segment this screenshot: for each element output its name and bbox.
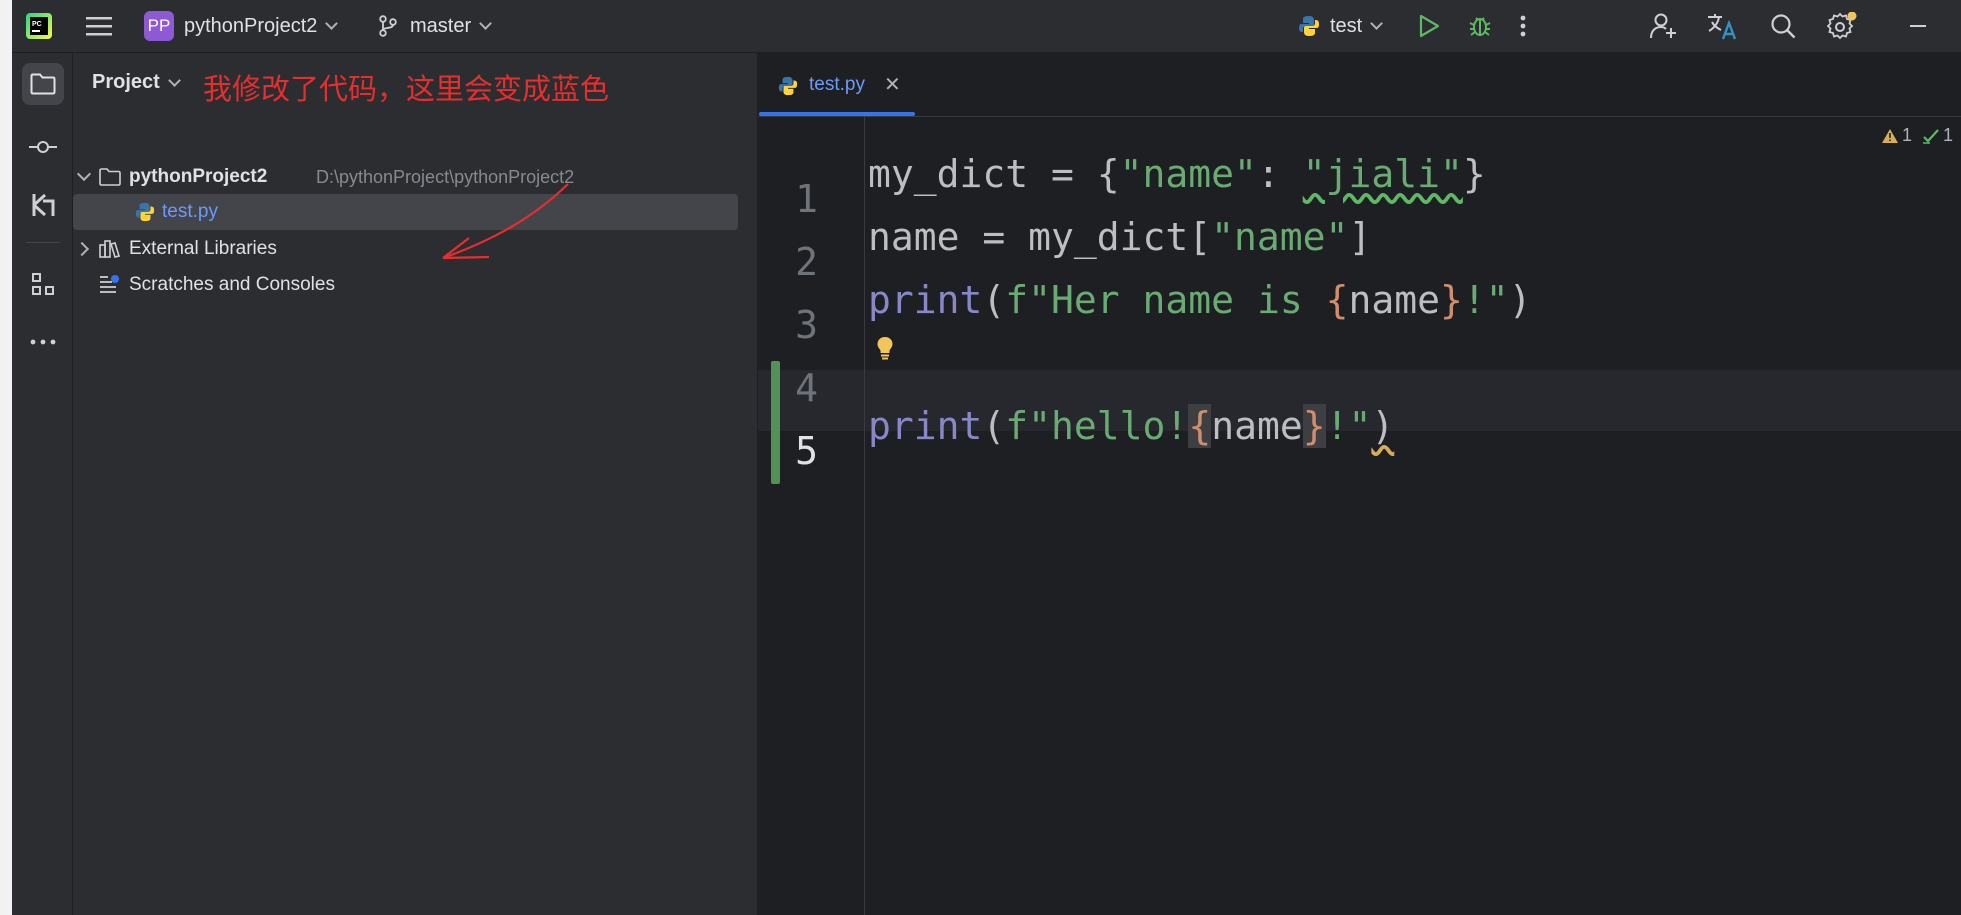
matched-brace: }	[1302, 404, 1326, 448]
pull-requests-tool-button[interactable]	[22, 184, 64, 226]
line-number: 2	[795, 240, 818, 284]
project-tool-button[interactable]	[22, 63, 64, 105]
warning-underlined-paren: )	[1371, 404, 1395, 448]
project-badge: PP	[144, 11, 174, 41]
warning-icon	[1882, 128, 1898, 143]
title-bar: PC PP pythonProject2 master test	[12, 0, 1961, 53]
bug-icon	[1469, 17, 1491, 36]
red-arrow-annotation	[442, 183, 569, 260]
pull-request-icon	[32, 193, 55, 217]
branch-name: master	[410, 14, 472, 37]
structure-tool-button[interactable]	[22, 263, 64, 305]
line-number: 4	[795, 366, 818, 410]
commit-tool-button[interactable]	[22, 126, 64, 168]
python-icon	[1299, 16, 1319, 36]
code-line-5[interactable]: print(f"hello!{name}!")	[868, 396, 1394, 456]
pycharm-logo-icon[interactable]: PC	[26, 0, 52, 52]
translate-icon[interactable]	[1706, 0, 1738, 52]
check-icon	[1923, 128, 1939, 144]
more-actions-icon[interactable]	[1520, 0, 1526, 52]
tab-test-py[interactable]: test.py ✕	[758, 53, 916, 116]
file-name-modified: test.py	[162, 201, 218, 222]
python-file-icon	[778, 76, 798, 96]
project-name: pythonProject2	[184, 14, 318, 37]
editor-gutter: 1 2 3 4 5	[758, 117, 865, 915]
modified-lines-marker[interactable]	[771, 361, 780, 484]
commit-icon	[29, 141, 57, 153]
project-panel-title: Project	[92, 71, 160, 93]
scratches-label: Scratches and Consoles	[129, 274, 335, 295]
library-icon	[99, 240, 121, 258]
run-icon	[1419, 14, 1440, 38]
scratches-icon	[100, 275, 119, 293]
code-with-me-icon[interactable]	[1650, 0, 1678, 52]
svg-text:PC: PC	[32, 21, 42, 28]
chevron-down-icon	[167, 73, 181, 87]
folder-icon	[30, 73, 56, 95]
settings-gear-icon[interactable]	[1827, 0, 1857, 52]
python-file-icon	[135, 202, 155, 222]
branch-selector[interactable]: master	[378, 0, 492, 52]
code-line-3[interactable]: print(f"Her name is {name}!")	[868, 270, 1532, 330]
run-config-name: test	[1330, 14, 1363, 37]
checks-count: 1	[1943, 125, 1954, 145]
code-line-2[interactable]: name = my_dict["name"]	[868, 207, 1371, 267]
chevron-down-icon	[325, 17, 339, 30]
project-panel: Project 我修改了代码，这里会变成蓝色 pythonProject2 D:…	[73, 53, 758, 915]
run-button[interactable]	[1418, 0, 1440, 52]
tree-node-scratches[interactable]: Scratches and Consoles	[73, 267, 757, 303]
minimize-button[interactable]	[1910, 0, 1926, 52]
typo-underlined-string: "jiali"	[1302, 152, 1463, 196]
more-tool-windows-icon[interactable]	[22, 321, 64, 363]
project-view-selector[interactable]: Project	[92, 71, 181, 94]
outer-window-edge	[0, 0, 12, 915]
folder-icon	[99, 168, 121, 186]
run-config-selector[interactable]: test	[1298, 0, 1384, 52]
intention-bulb-icon[interactable]	[876, 336, 894, 365]
stripe-divider	[26, 242, 60, 243]
structure-icon	[32, 273, 54, 295]
project-selector[interactable]: PP pythonProject2	[144, 0, 339, 52]
active-tab-indicator	[759, 112, 915, 116]
matched-brace: {	[1188, 404, 1212, 448]
root-folder-name: pythonProject2	[129, 166, 268, 187]
code-line-1[interactable]: my_dict = {"name": "jiali"}	[868, 144, 1486, 204]
chevron-down-icon	[479, 17, 492, 30]
search-icon[interactable]	[1770, 0, 1796, 52]
line-number: 5	[795, 429, 818, 473]
warnings-count: 1	[1902, 125, 1913, 145]
chevron-down-icon	[76, 166, 92, 182]
git-branch-icon	[379, 15, 397, 37]
editor-area: test.py ✕ 1 2 3 4 5 1 1 my_dict = {"name…	[758, 53, 1961, 915]
chevron-right-icon	[74, 241, 90, 257]
red-annotation-text: 我修改了代码，这里会变成蓝色	[203, 72, 610, 106]
external-libraries-label: External Libraries	[129, 238, 277, 259]
line-number: 1	[795, 177, 818, 221]
tab-label: test.py	[809, 74, 865, 95]
line-number: 3	[795, 303, 818, 347]
chevron-down-icon	[1370, 17, 1384, 30]
main-menu-icon[interactable]	[86, 0, 112, 52]
tool-window-stripe	[12, 53, 73, 915]
close-tab-icon[interactable]: ✕	[884, 72, 901, 97]
debug-button[interactable]	[1468, 0, 1492, 52]
inspections-widget[interactable]: 1 1	[1881, 125, 1953, 146]
editor-tab-bar: test.py ✕	[758, 53, 1961, 117]
